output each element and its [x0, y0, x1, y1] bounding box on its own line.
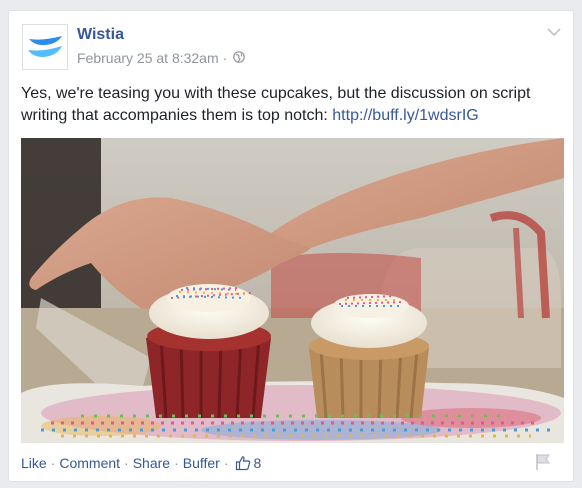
post-card: Wistia February 25 at 8:32am · Yes, we'r…	[8, 10, 574, 482]
share-button[interactable]: Share	[133, 455, 170, 471]
flag-icon[interactable]	[535, 453, 551, 471]
post-timestamp[interactable]: February 25 at 8:32am	[77, 50, 219, 66]
like-count-value: 8	[253, 455, 262, 471]
post-text: Yes, we're teasing you with these cupcak…	[21, 83, 561, 127]
author-name[interactable]: Wistia	[77, 26, 124, 44]
action-separator: ·	[174, 455, 179, 471]
post-photo[interactable]	[21, 138, 564, 443]
wistia-logo-icon	[28, 36, 62, 57]
action-separator: ·	[50, 455, 56, 471]
buffer-button[interactable]: Buffer	[183, 455, 220, 471]
like-button[interactable]: Like	[21, 455, 47, 471]
post-meta: February 25 at 8:32am ·	[77, 50, 246, 66]
chevron-down-icon[interactable]	[545, 25, 563, 39]
thumbs-up-icon	[235, 456, 250, 471]
action-separator: ·	[124, 455, 129, 471]
page-avatar[interactable]	[22, 24, 68, 70]
meta-separator: ·	[222, 50, 228, 66]
action-separator: ·	[223, 455, 229, 471]
comment-button[interactable]: Comment	[59, 455, 120, 471]
globe-icon	[233, 50, 246, 66]
like-count[interactable]: 8	[235, 455, 262, 471]
post-actions: Like · Comment · Share · Buffer · 8	[21, 455, 261, 471]
post-link[interactable]: http://buff.ly/1wdsrIG	[332, 107, 478, 124]
